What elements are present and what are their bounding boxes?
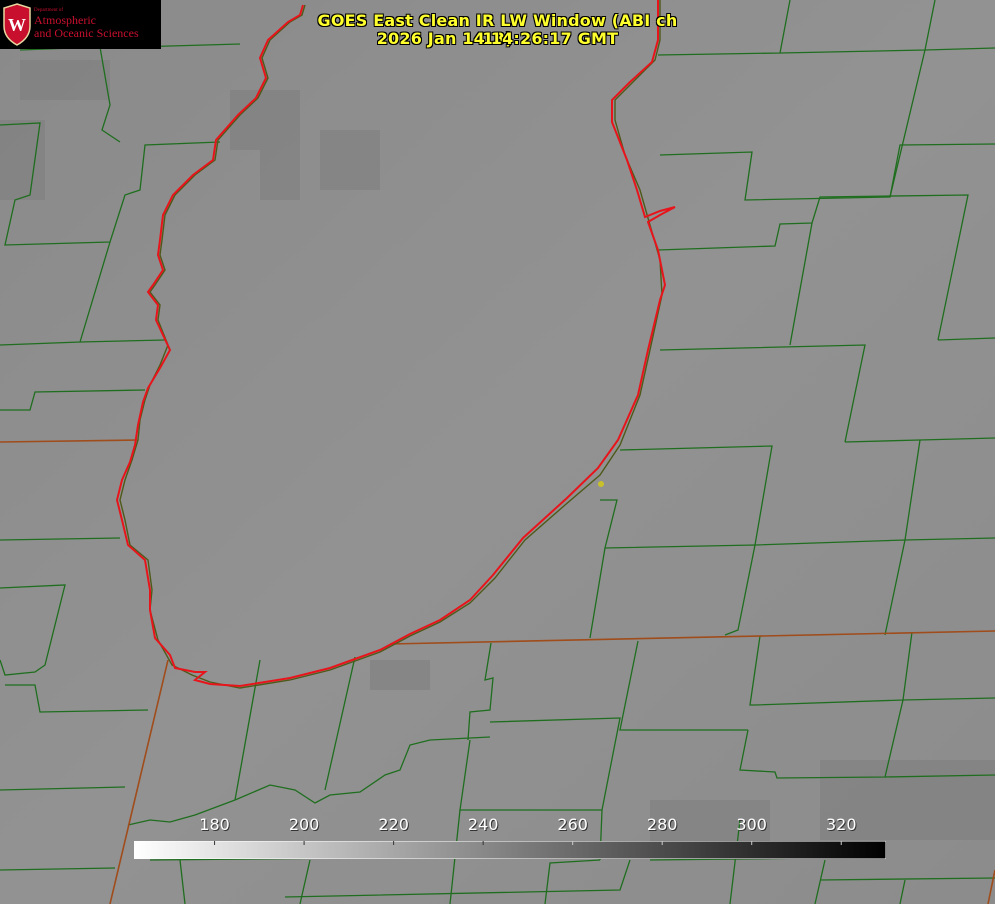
logo-text: Department of Atmospheric and Oceanic Sc… bbox=[34, 8, 139, 40]
location-marker bbox=[598, 481, 604, 487]
colorbar-tick-label: 300 bbox=[736, 815, 767, 834]
colorbar bbox=[134, 841, 886, 859]
logo-line2: and Oceanic Sciences bbox=[34, 26, 139, 40]
uw-crest-icon: W bbox=[3, 3, 31, 46]
uw-aos-logo: W Department of Atmospheric and Oceanic … bbox=[0, 0, 161, 49]
colorbar-tick-label: 220 bbox=[378, 815, 409, 834]
colorbar-tick-label: 180 bbox=[199, 815, 230, 834]
svg-text:W: W bbox=[8, 15, 26, 35]
colorbar-tick-label: 200 bbox=[288, 815, 320, 834]
colorbar-tick-label: 240 bbox=[467, 815, 499, 834]
timestamp: 2026 Jan 14 14:26:17 GMT bbox=[376, 29, 619, 48]
colorbar-tick-label: 320 bbox=[825, 815, 857, 834]
colorbar-tick-label: 280 bbox=[646, 815, 678, 834]
colorbar-tick-label: 260 bbox=[557, 815, 588, 834]
satellite-map bbox=[0, 0, 995, 904]
